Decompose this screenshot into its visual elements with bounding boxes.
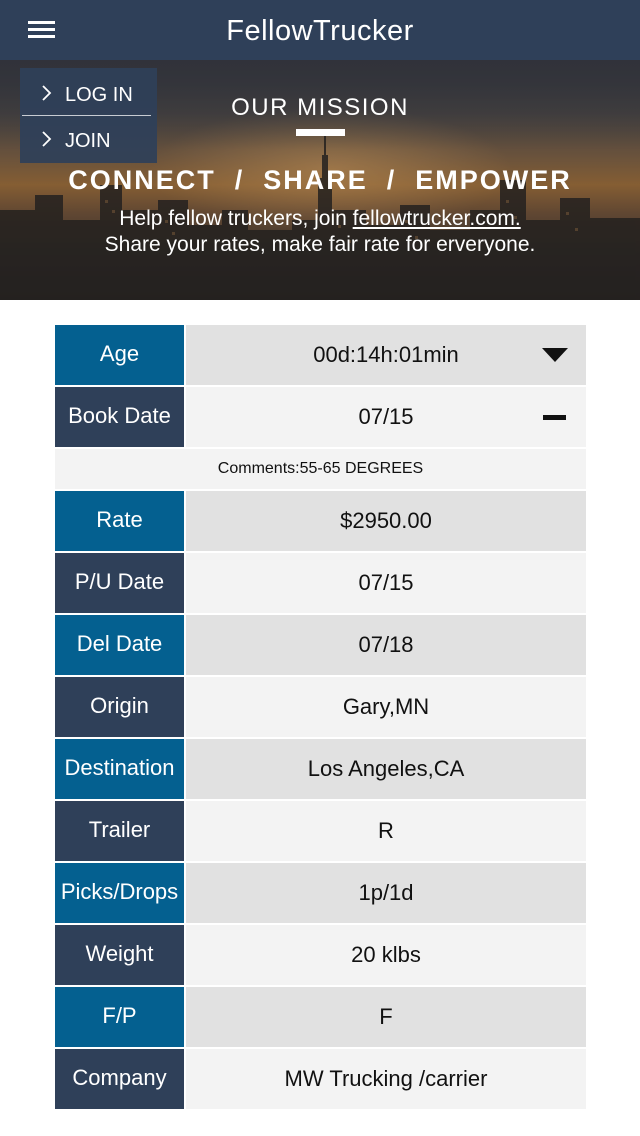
menu-item-label: JOIN — [65, 130, 111, 152]
comments-text: Comments:55-65 DEGREES — [55, 449, 586, 489]
chevron-right-icon — [42, 131, 52, 147]
row-value: 07/15 — [186, 553, 586, 613]
hamburger-menu-icon[interactable] — [22, 16, 62, 46]
row-age: Age 00d:14h:01min — [55, 325, 586, 385]
row-value: $2950.00 — [186, 491, 586, 551]
mission-title-underline — [296, 129, 345, 136]
row-value: 1p/1d — [186, 863, 586, 923]
row-label: Company — [55, 1049, 184, 1109]
tagline-text: Help fellow truckers, join — [119, 207, 353, 230]
menu-item-join[interactable]: JOIN — [20, 116, 157, 162]
row-value: R — [186, 801, 586, 861]
row-value: 20 klbs — [186, 925, 586, 985]
caret-down-icon[interactable] — [542, 348, 568, 362]
chevron-right-icon — [42, 85, 52, 101]
nav-dropdown-menu: LOG IN JOIN — [20, 68, 157, 163]
app-title: FellowTrucker — [226, 15, 414, 47]
row-value: Gary,MN — [186, 677, 586, 737]
row-label: Origin — [55, 677, 184, 737]
row-value: 00d:14h:01min — [186, 325, 586, 385]
fellowtrucker-link[interactable]: fellowtrucker.com. — [353, 207, 521, 230]
menu-item-log-in[interactable]: LOG IN — [20, 70, 157, 116]
row-value: 07/15 — [186, 387, 586, 447]
row-origin: Origin Gary,MN — [55, 677, 586, 737]
load-details-table: Age 00d:14h:01min Book Date 07/15 Commen… — [55, 325, 586, 1109]
row-fp: F/P F — [55, 987, 586, 1047]
menu-item-label: LOG IN — [65, 84, 133, 106]
minus-icon[interactable] — [543, 415, 566, 420]
mission-tagline: Help fellow truckers, join fellowtrucker… — [0, 206, 640, 258]
top-bar: FellowTrucker — [0, 0, 640, 60]
row-label: F/P — [55, 987, 184, 1047]
tagline-line-2: Share your rates, make fair rate for erv… — [104, 233, 536, 256]
row-label: Book Date — [55, 387, 184, 447]
row-value: 07/18 — [186, 615, 586, 675]
row-label: Trailer — [55, 801, 184, 861]
row-company: Company MW Trucking /carrier — [55, 1049, 586, 1109]
row-book-date: Book Date 07/15 — [55, 387, 586, 447]
row-pu-date: P/U Date 07/15 — [55, 553, 586, 613]
row-rate: Rate $2950.00 — [55, 491, 586, 551]
mission-slogan: CONNECT / SHARE / EMPOWER — [68, 165, 572, 195]
row-del-date: Del Date 07/18 — [55, 615, 586, 675]
row-destination: Destination Los Angeles,CA — [55, 739, 586, 799]
row-value: Los Angeles,CA — [186, 739, 586, 799]
row-label: Weight — [55, 925, 184, 985]
row-label: P/U Date — [55, 553, 184, 613]
row-value: MW Trucking /carrier — [186, 1049, 586, 1109]
row-picks-drops: Picks/Drops 1p/1d — [55, 863, 586, 923]
row-trailer: Trailer R — [55, 801, 586, 861]
row-value: F — [186, 987, 586, 1047]
row-label: Rate — [55, 491, 184, 551]
row-label: Age — [55, 325, 184, 385]
row-label: Picks/Drops — [55, 863, 184, 923]
row-label: Del Date — [55, 615, 184, 675]
row-weight: Weight 20 klbs — [55, 925, 586, 985]
row-label: Destination — [55, 739, 184, 799]
